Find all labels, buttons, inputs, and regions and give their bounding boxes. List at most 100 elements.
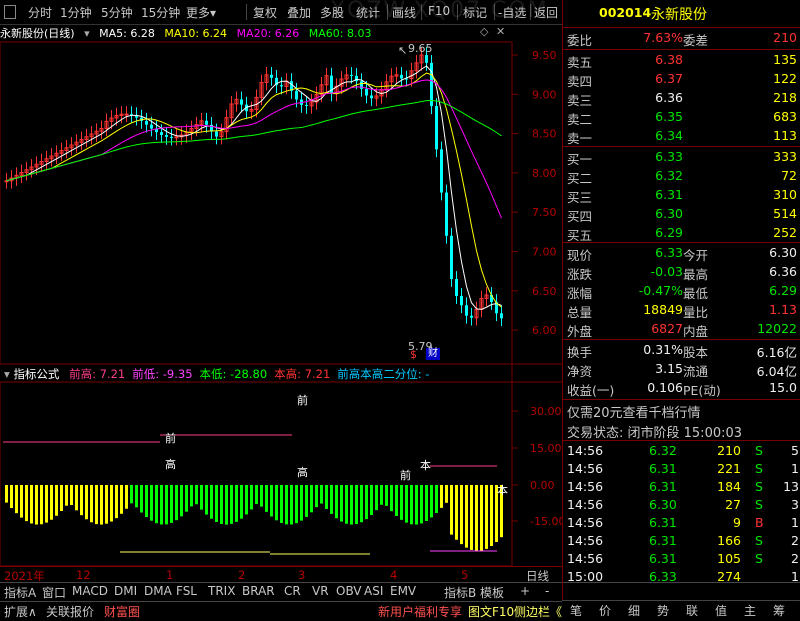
indicator-bar (50, 485, 53, 520)
quote-tab[interactable]: 联 (686, 602, 698, 619)
tick-time: 15:00 (567, 569, 604, 584)
promo-link[interactable]: 仅需20元查看千档行情 (567, 402, 701, 421)
tick-side: S (755, 551, 763, 566)
stat-value: 15.0 (769, 380, 797, 395)
indicator-bar (320, 485, 323, 504)
quote-panel: 002014 永新股份 委比 7.63% 委差 210 卖五 6.38 135 卖四 6… (562, 0, 800, 600)
quote-tab[interactable]: 主 (744, 602, 756, 619)
settings-icon[interactable]: ▾ (84, 27, 90, 40)
tick-price: 6.31 (649, 515, 677, 530)
stat-label: 涨幅 (567, 286, 593, 301)
buy-volume: 72 (781, 168, 797, 183)
stat-value: 6.04亿 (756, 364, 797, 379)
quote-tab[interactable]: 势 (657, 602, 669, 619)
candle-down (165, 135, 168, 137)
indicator-tab[interactable]: VR (312, 584, 329, 598)
bottom-tab[interactable]: 财富圈 (104, 603, 140, 620)
buy-volume: 310 (773, 187, 797, 202)
indicator-bar (125, 485, 128, 509)
quote-tab[interactable]: 细 (628, 602, 640, 619)
stat-label: PE(动) (683, 383, 721, 398)
candle-down (350, 74, 353, 76)
sell-price: 6.34 (655, 128, 683, 143)
indicator-tab[interactable]: EMV (390, 584, 416, 598)
indicator-bar (490, 485, 493, 546)
indicator-tab[interactable]: 模板 (480, 584, 504, 601)
minute-chart-icon[interactable] (4, 4, 16, 19)
x-axis: 2021年 12 1 2 3 4 5 日线 (0, 566, 562, 583)
indicator-bar (145, 485, 148, 518)
toolbar-overlay[interactable]: 叠加 (287, 4, 311, 21)
indicator-bar (150, 485, 153, 521)
indicator-bar (20, 485, 23, 518)
ma60-label: MA60: 8.03 (308, 27, 372, 40)
bottom-tab[interactable]: 新用户福利专享 (378, 603, 462, 620)
indicator-bar (445, 485, 448, 503)
indicator-tab[interactable]: 窗口 (42, 584, 66, 601)
indicator-bar (210, 485, 213, 519)
indicator-tab[interactable]: TRIX (208, 584, 235, 598)
finance-badge[interactable]: 财 (426, 348, 440, 360)
indicator-bar (15, 485, 18, 514)
indicator-tab[interactable]: CR (284, 584, 301, 598)
indicator-tab[interactable]: MACD (72, 584, 108, 598)
tick-volume: 274 (717, 569, 741, 584)
indicator-tab[interactable]: DMI (114, 584, 137, 598)
tick-time: 14:56 (567, 515, 604, 530)
candle-down (460, 295, 463, 306)
toolbar-1min[interactable]: 1分钟 (60, 4, 92, 21)
indicator-tab[interactable]: DMA (144, 584, 172, 598)
toolbar-15min[interactable]: 15分钟 (141, 4, 180, 21)
close-icon[interactable]: ✕ (496, 25, 505, 38)
expand-icon[interactable]: ◇ (480, 25, 488, 38)
tick-volume: 221 (717, 461, 741, 476)
quote-tab[interactable]: 笔 (570, 602, 582, 619)
collapse-icon[interactable]: ▾ (4, 367, 10, 381)
indicator-bar (390, 485, 393, 512)
dollar-icon[interactable]: $ (410, 348, 417, 361)
toolbar-5min[interactable]: 5分钟 (101, 4, 133, 21)
indicator-bar (345, 485, 348, 524)
kline-chart[interactable]: 9.50 9.00 8.50 8.00 7.50 7.00 6.50 6.00 30.00 15… (0, 24, 562, 568)
buy-price: 6.33 (655, 149, 683, 164)
indicator-bar (175, 485, 178, 521)
indicator-tab[interactable]: ASI (364, 584, 383, 598)
indicator-tab[interactable]: 指标A (4, 584, 36, 601)
indicator-bar (245, 485, 248, 515)
indicator-bar (330, 485, 333, 514)
tick-price: 6.30 (649, 497, 677, 512)
indicator-bar (255, 485, 258, 505)
indicator-bar (430, 485, 433, 518)
bottom-tab[interactable]: 关联报价 (46, 603, 94, 620)
bottom-tab[interactable]: 扩展∧ (4, 603, 37, 620)
quote-tab[interactable]: 筹 (773, 602, 785, 619)
stock-period-label[interactable]: 永新股份(日线) (0, 27, 75, 40)
quote-tab[interactable]: 值 (715, 602, 727, 619)
indicator-tab[interactable]: - (545, 584, 549, 598)
candle-down (170, 136, 173, 138)
indicator-tab[interactable]: BRAR (242, 584, 275, 598)
candle-down (435, 106, 438, 150)
bottom-tab[interactable]: 图文F10 (468, 603, 514, 620)
indicator-bar (220, 485, 223, 524)
bottom-tab[interactable]: 侧边栏《 (514, 603, 562, 620)
indicator-tab[interactable]: FSL (176, 584, 197, 598)
quote-tab[interactable]: 价 (599, 602, 611, 619)
sell-price: 6.37 (655, 71, 683, 86)
indicator-bar (80, 485, 83, 516)
indicator-bar (420, 485, 423, 524)
tick-side: S (755, 533, 763, 548)
tick-volume: 105 (717, 551, 741, 566)
indicator-bar (290, 485, 293, 525)
tick-side: S (755, 497, 763, 512)
indicator-title[interactable]: 指标公式 (13, 367, 59, 381)
indicator-bar (440, 485, 443, 508)
toolbar-intraday[interactable]: 分时 (28, 4, 52, 21)
indicator-tab[interactable]: OBV (336, 584, 362, 598)
toolbar-more[interactable]: 更多▾ (186, 4, 216, 21)
indicator-tab[interactable]: 指标B (444, 584, 476, 601)
sell-volume: 113 (773, 128, 797, 143)
indicator-bar (110, 485, 113, 522)
indicator-tab[interactable]: + (520, 584, 530, 598)
toolbar-adjust[interactable]: 复权 (253, 4, 277, 21)
